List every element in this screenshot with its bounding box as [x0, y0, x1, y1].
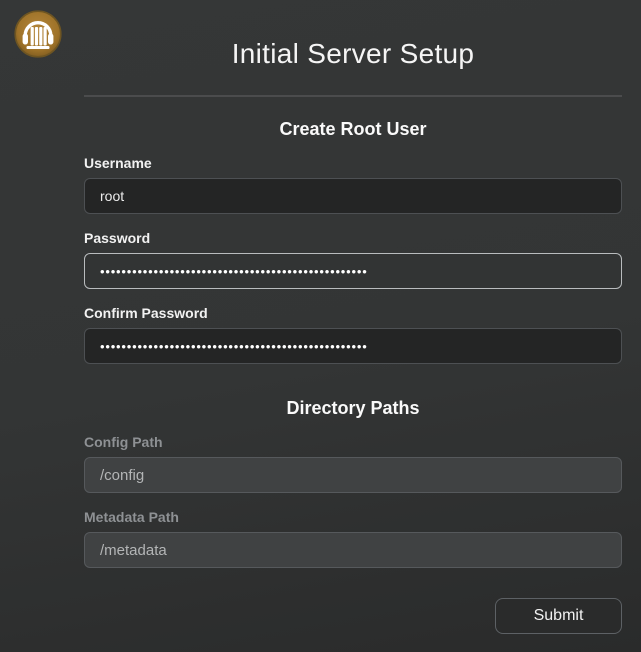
section-heading-create-root-user: Create Root User — [84, 118, 622, 140]
page-title: Initial Server Setup — [84, 36, 622, 72]
password-input[interactable] — [84, 253, 622, 289]
config-path-input — [84, 457, 622, 493]
submit-button[interactable]: Submit — [495, 598, 622, 634]
config-path-label: Config Path — [84, 434, 622, 451]
divider — [84, 95, 622, 97]
metadata-path-label: Metadata Path — [84, 509, 622, 526]
password-label: Password — [84, 230, 622, 247]
initial-server-setup-page: Initial Server Setup Create Root User Us… — [0, 0, 641, 652]
section-heading-directory-paths: Directory Paths — [84, 397, 622, 419]
username-label: Username — [84, 155, 622, 172]
metadata-path-input — [84, 532, 622, 568]
audiobookshelf-logo-icon — [14, 10, 62, 58]
submit-row: Submit — [84, 598, 622, 634]
setup-form: Initial Server Setup Create Root User Us… — [84, 0, 622, 634]
username-input[interactable] — [84, 178, 622, 214]
confirm-password-label: Confirm Password — [84, 305, 622, 322]
confirm-password-input[interactable] — [84, 328, 622, 364]
